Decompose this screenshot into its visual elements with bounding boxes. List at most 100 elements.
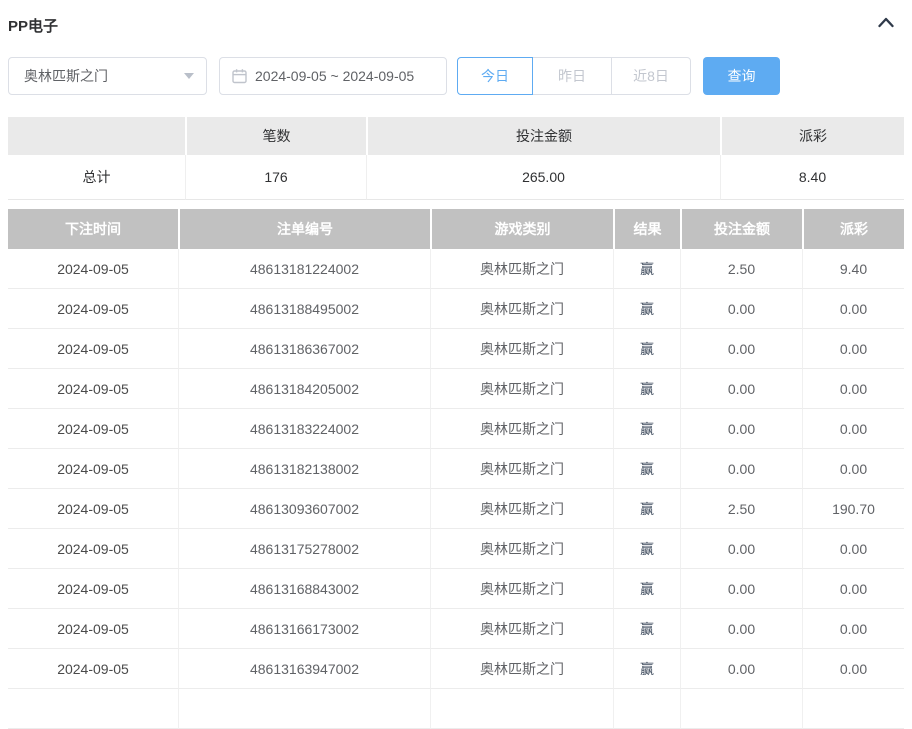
cell-bet-amount: 0.00 (680, 569, 802, 609)
summary-header-blank (8, 117, 185, 155)
records-header-bet-amount: 投注金额 (680, 209, 802, 249)
game-select-value: 奥林匹斯之门 (24, 66, 184, 86)
today-button[interactable]: 今日 (457, 57, 533, 95)
pp-games-report-panel: { "panel": { "title": "PP电子" }, "filters… (0, 0, 912, 677)
cell-bet-time: 2024-09-05 (8, 289, 178, 329)
cell-bet-time: 2024-09-05 (8, 329, 178, 369)
cell-bet-amount: 0.00 (680, 409, 802, 449)
records-header-game-type: 游戏类别 (430, 209, 613, 249)
cell-bet-amount: 0.00 (680, 289, 802, 329)
cell-bet-id: 48613182138002 (178, 449, 430, 489)
cell-bet-time: 2024-09-05 (8, 649, 178, 689)
records-header-bet-time: 下注时间 (8, 209, 178, 249)
cell-bet-amount: 0.00 (680, 649, 802, 689)
cell-bet-id: 48613181224002 (178, 249, 430, 289)
cell-result: 赢 (613, 449, 680, 489)
cell-bet-id: 48613163947002 (178, 649, 430, 689)
cell-bet-time: 2024-09-05 (8, 609, 178, 649)
cell-result: 赢 (613, 649, 680, 689)
date-range-value: 2024-09-05 ~ 2024-09-05 (255, 68, 414, 84)
chevron-down-icon (184, 73, 194, 79)
page-title: PP电子 (8, 15, 58, 36)
cell-payout: 0.00 (802, 649, 904, 689)
calendar-icon (232, 68, 247, 84)
cell-bet-id (178, 689, 430, 729)
summary-total-payout: 8.40 (720, 155, 904, 200)
table-row: 2024-09-0548613182138002奥林匹斯之门赢0.000.00 (8, 449, 904, 489)
table-row: 2024-09-0548613175278002奥林匹斯之门赢0.000.00 (8, 529, 904, 569)
date-range-input[interactable]: 2024-09-05 ~ 2024-09-05 (219, 57, 447, 95)
records-header-result: 结果 (613, 209, 680, 249)
cell-bet-time: 2024-09-05 (8, 369, 178, 409)
cell-result: 赢 (613, 489, 680, 529)
cell-game-type: 奥林匹斯之门 (430, 609, 613, 649)
cell-bet-time: 2024-09-05 (8, 409, 178, 449)
cell-payout: 9.40 (802, 249, 904, 289)
cell-payout: 0.00 (802, 289, 904, 329)
table-row: 2024-09-0548613188495002奥林匹斯之门赢0.000.00 (8, 289, 904, 329)
cell-payout: 0.00 (802, 369, 904, 409)
cell-bet-amount: 0.00 (680, 609, 802, 649)
table-row: 2024-09-0548613181224002奥林匹斯之门赢2.509.40 (8, 249, 904, 289)
cell-bet-amount (680, 689, 802, 729)
cell-bet-amount: 0.00 (680, 329, 802, 369)
cell-bet-id: 48613166173002 (178, 609, 430, 649)
chevron-up-icon (877, 15, 895, 33)
cell-bet-id: 48613175278002 (178, 529, 430, 569)
cell-result: 赢 (613, 249, 680, 289)
cell-result: 赢 (613, 609, 680, 649)
filter-bar: 奥林匹斯之门 2024-09-05 ~ 2024-09-05 今日 昨日 近8日… (8, 57, 780, 95)
cell-bet-time: 2024-09-05 (8, 529, 178, 569)
cell-payout: 0.00 (802, 609, 904, 649)
collapse-panel-button[interactable] (876, 16, 896, 32)
cell-payout: 0.00 (802, 329, 904, 369)
table-row: 2024-09-0548613166173002奥林匹斯之门赢0.000.00 (8, 609, 904, 649)
records-header-bet-id: 注单编号 (178, 209, 430, 249)
cell-bet-id: 48613186367002 (178, 329, 430, 369)
records-table: 下注时间 注单编号 游戏类别 结果 投注金额 派彩 2024-09-054861… (8, 209, 904, 729)
cell-payout: 190.70 (802, 489, 904, 529)
table-row: 2024-09-0548613184205002奥林匹斯之门赢0.000.00 (8, 369, 904, 409)
cell-result: 赢 (613, 569, 680, 609)
cell-bet-id: 48613168843002 (178, 569, 430, 609)
game-select[interactable]: 奥林匹斯之门 (8, 57, 207, 95)
cell-bet-time: 2024-09-05 (8, 569, 178, 609)
table-row: 2024-09-0548613093607002奥林匹斯之门赢2.50190.7… (8, 489, 904, 529)
cell-result: 赢 (613, 329, 680, 369)
summary-header-bet-amount: 投注金额 (366, 117, 720, 155)
last-8-days-button[interactable]: 近8日 (611, 57, 691, 95)
cell-payout: 0.00 (802, 449, 904, 489)
records-header-row: 下注时间 注单编号 游戏类别 结果 投注金额 派彩 (8, 209, 904, 249)
cell-result: 赢 (613, 409, 680, 449)
cell-bet-id: 48613184205002 (178, 369, 430, 409)
search-button[interactable]: 查询 (703, 57, 780, 95)
summary-total-count: 176 (185, 155, 366, 200)
cell-bet-amount: 0.00 (680, 529, 802, 569)
cell-game-type: 奥林匹斯之门 (430, 289, 613, 329)
cell-bet-time: 2024-09-05 (8, 449, 178, 489)
cell-bet-amount: 2.50 (680, 489, 802, 529)
summary-header-payout: 派彩 (720, 117, 904, 155)
cell-game-type (430, 689, 613, 729)
cell-game-type: 奥林匹斯之门 (430, 369, 613, 409)
quick-date-button-group: 今日 昨日 近8日 (457, 57, 691, 95)
cell-game-type: 奥林匹斯之门 (430, 449, 613, 489)
yesterday-button[interactable]: 昨日 (532, 57, 612, 95)
records-header-payout: 派彩 (802, 209, 904, 249)
cell-game-type: 奥林匹斯之门 (430, 489, 613, 529)
cell-result: 赢 (613, 369, 680, 409)
summary-header-count: 笔数 (185, 117, 366, 155)
cell-result (613, 689, 680, 729)
cell-bet-amount: 2.50 (680, 249, 802, 289)
table-row: 2024-09-0548613168843002奥林匹斯之门赢0.000.00 (8, 569, 904, 609)
cell-bet-time: 2024-09-05 (8, 489, 178, 529)
cell-game-type: 奥林匹斯之门 (430, 569, 613, 609)
table-row: 2024-09-0548613186367002奥林匹斯之门赢0.000.00 (8, 329, 904, 369)
summary-header-row: 笔数 投注金额 派彩 (8, 117, 904, 155)
cell-bet-id: 48613188495002 (178, 289, 430, 329)
cell-bet-time (8, 689, 178, 729)
cell-payout (802, 689, 904, 729)
table-row: 2024-09-0548613163947002奥林匹斯之门赢0.000.00 (8, 649, 904, 689)
summary-total-bet-amount: 265.00 (366, 155, 720, 200)
records-body: 2024-09-0548613181224002奥林匹斯之门赢2.509.402… (8, 249, 904, 729)
